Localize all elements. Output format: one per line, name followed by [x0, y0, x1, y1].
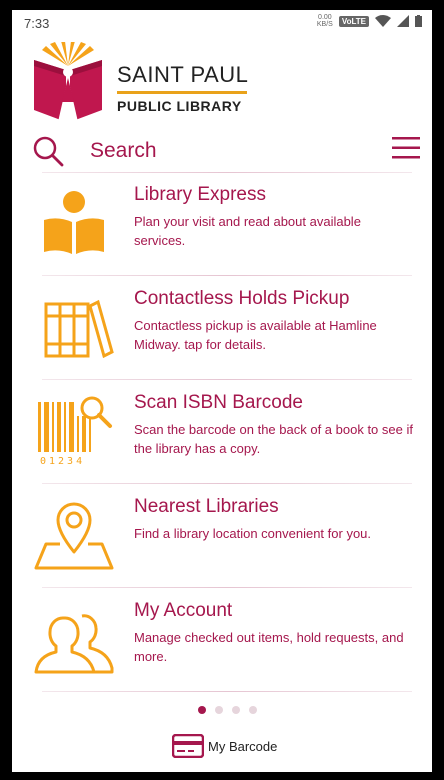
- divider: [42, 691, 412, 692]
- item-title: Library Express: [134, 184, 266, 205]
- my-barcode-label[interactable]: My Barcode: [208, 739, 277, 754]
- status-bar: 7:33 0.00 KB/S VoLTE: [12, 10, 432, 36]
- wifi-icon: [375, 15, 391, 27]
- item-title: Contactless Holds Pickup: [134, 288, 350, 309]
- library-logo: SAINT PAUL PUBLIC LIBRARY: [32, 42, 412, 122]
- page-dot[interactable]: [198, 706, 206, 714]
- my-barcode-button[interactable]: My Barcode: [172, 733, 277, 759]
- page-dot[interactable]: [215, 706, 223, 714]
- hamburger-menu-icon[interactable]: [392, 135, 420, 161]
- item-description: Manage checked out items, hold requests,…: [134, 630, 404, 664]
- books-icon: [44, 299, 114, 359]
- status-icons: 0.00 KB/S VoLTE: [317, 14, 422, 28]
- status-time: 7:33: [24, 16, 50, 31]
- barcode-scan-icon: 01234: [38, 396, 112, 466]
- list-item-my-account[interactable]: My Account Manage checked out items, hol…: [12, 588, 432, 691]
- net-speed-unit: KB/S: [316, 21, 333, 28]
- item-description: Scan the barcode on the back of a book t…: [134, 422, 413, 456]
- open-book-reader-icon: [44, 191, 104, 254]
- battery-icon: [415, 15, 422, 27]
- item-title: Scan ISBN Barcode: [134, 392, 303, 413]
- item-description: Find a library location convenient for y…: [134, 526, 372, 541]
- logo-rule: [117, 91, 247, 94]
- item-title: My Account: [134, 600, 233, 621]
- map-pin-icon: [34, 502, 114, 570]
- volte-badge: VoLTE: [338, 15, 369, 27]
- page-dot[interactable]: [249, 706, 257, 714]
- barcode-digits: 01234: [40, 456, 85, 466]
- card-icon: [172, 734, 204, 758]
- list-item-nearest-libraries[interactable]: Nearest Libraries Find a library locatio…: [12, 484, 432, 587]
- net-speed-value: 0.00: [318, 14, 332, 21]
- search-icon[interactable]: [32, 135, 64, 167]
- signal-icon: [397, 15, 409, 27]
- library-logo-mark-icon: [34, 42, 102, 122]
- item-title: Nearest Libraries: [134, 496, 279, 517]
- list-item-library-express[interactable]: Library Express Plan your visit and read…: [12, 172, 432, 275]
- library-logo-text: SAINT PAUL PUBLIC LIBRARY: [117, 62, 248, 114]
- logo-line1: SAINT PAUL: [117, 62, 249, 87]
- app-screen: 7:33 0.00 KB/S VoLTE SAINT PAUL PUBLIC L…: [12, 10, 432, 772]
- logo-line2: PUBLIC LIBRARY: [117, 98, 242, 114]
- list-item-scan-isbn[interactable]: 01234 Scan ISBN Barcode Scan the barcode…: [12, 380, 432, 483]
- page-dot[interactable]: [232, 706, 240, 714]
- search-label[interactable]: Search: [90, 139, 157, 163]
- users-icon: [34, 614, 114, 674]
- list-item-contactless-holds[interactable]: Contactless Holds Pickup Contactless pic…: [12, 276, 432, 379]
- page-indicator: [198, 706, 257, 714]
- search-bar[interactable]: Search: [12, 123, 432, 173]
- net-speed: 0.00 KB/S: [317, 14, 333, 28]
- item-description: Contactless pickup is available at Hamli…: [134, 318, 377, 352]
- item-description: Plan your visit and read about available…: [134, 214, 361, 248]
